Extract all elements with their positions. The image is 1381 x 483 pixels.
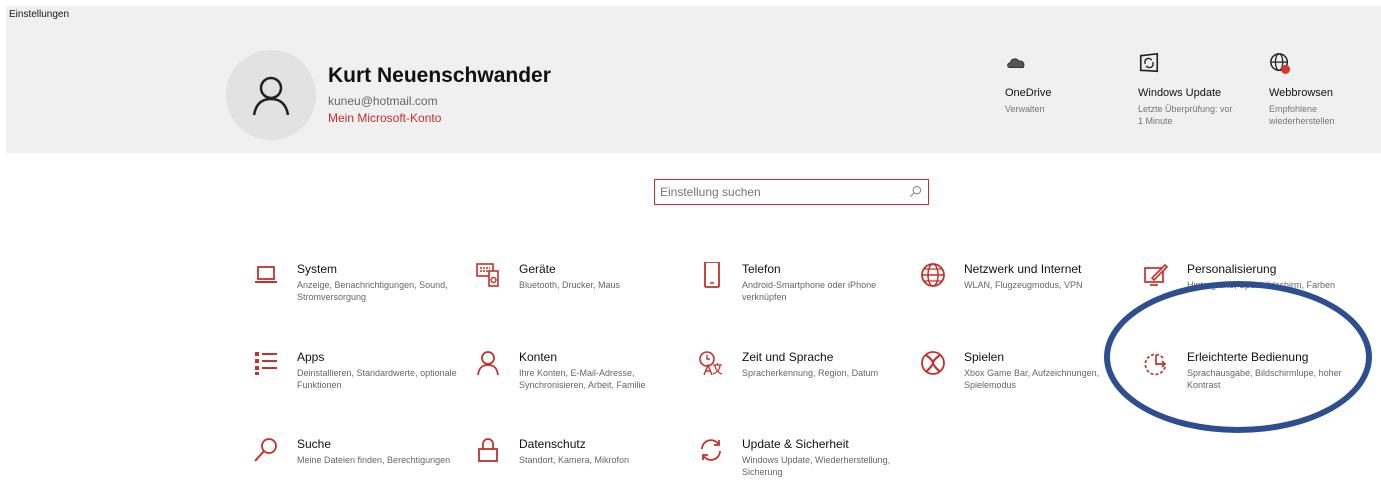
search-icon[interactable] xyxy=(909,185,922,198)
tile-title: Erleichterte Bedienung xyxy=(1187,350,1309,364)
window-title: Einstellungen xyxy=(9,9,70,20)
microsoft-account-link[interactable]: Mein Microsoft-Konto xyxy=(328,111,441,125)
tile-title: Konten xyxy=(519,350,558,364)
laptop-icon xyxy=(255,266,277,283)
quick-action-subtitle: Verwalten xyxy=(1005,104,1045,114)
tile-title: Netzwerk und Internet xyxy=(964,262,1082,276)
tile-description: Deinstallieren, Standardwerte, optionale… xyxy=(297,368,457,390)
person-icon xyxy=(477,351,499,376)
windows-update-icon xyxy=(1139,52,1159,73)
time-language-icon xyxy=(699,351,723,376)
account-email: kuneu@hotmail.com xyxy=(328,94,438,108)
phone-icon xyxy=(704,262,720,288)
tile-title: Update & Sicherheit xyxy=(742,437,849,451)
tile-title: Datenschutz xyxy=(519,437,586,451)
quick-action-title: OneDrive xyxy=(1005,87,1052,99)
quick-action-onedrive[interactable]: OneDrive Verwalten xyxy=(1005,52,1105,115)
tile-description: Ihre Konten, E-Mail-Adresse, Synchronisi… xyxy=(519,368,646,390)
search-input[interactable] xyxy=(658,184,902,200)
tile-title: Telefon xyxy=(742,262,781,276)
tile-description: Xbox Game Bar, Aufzeichnungen, Spielemod… xyxy=(964,368,1100,390)
quick-action-subtitle: Empfohlene wiederherstellen xyxy=(1269,104,1335,126)
devices-icon xyxy=(476,263,499,287)
person-icon xyxy=(252,76,290,116)
tile-title: Geräte xyxy=(519,262,556,276)
settings-search[interactable] xyxy=(654,179,929,205)
tile-title: Personalisierung xyxy=(1187,262,1277,276)
quick-action-title: Webbrowsen xyxy=(1269,87,1333,99)
globe-icon xyxy=(1270,53,1291,74)
tile-description: Bluetooth, Drucker, Maus xyxy=(519,280,621,290)
ease-of-access-icon xyxy=(1144,353,1167,376)
tile-description: Windows Update, Wiederherstellung, Siche… xyxy=(742,455,891,477)
apps-list-icon xyxy=(255,352,277,375)
tile-title: Spielen xyxy=(964,350,1005,364)
tile-description: Anzeige, Benachrichtigungen, Sound, Stro… xyxy=(297,280,448,302)
globe-icon xyxy=(921,263,945,287)
tile-title: Suche xyxy=(297,437,332,451)
account-name: Kurt Neuenschwander xyxy=(328,64,551,87)
tile-description: WLAN, Flugzeugmodus, VPN xyxy=(964,280,1083,290)
lock-icon xyxy=(478,438,498,462)
cloud-icon xyxy=(1007,58,1025,69)
tile-description: Sprachausgabe, Bildschirmlupe, hoher Kon… xyxy=(1187,368,1342,390)
quick-action-windows-update[interactable]: Windows Update Letzte Überprüfung: vor 1… xyxy=(1138,52,1238,127)
tile-description: Standort, Kamera, Mikrofon xyxy=(519,455,630,465)
quick-action-subtitle: Letzte Überprüfung: vor 1 Minute xyxy=(1138,104,1233,126)
tile-title: Zeit und Sprache xyxy=(742,350,834,364)
tile-title: Apps xyxy=(297,350,325,364)
quick-action-webbrowsen[interactable]: Webbrowsen Empfohlene wiederherstellen xyxy=(1269,52,1369,127)
tile-description: Hintergrund, Sperrbildschirm, Farben xyxy=(1187,280,1336,290)
tile-description: Spracherkennung, Region, Datum xyxy=(742,368,879,378)
quick-action-title: Windows Update xyxy=(1138,87,1222,99)
sync-icon xyxy=(701,439,721,461)
xbox-icon xyxy=(921,351,945,375)
avatar[interactable] xyxy=(226,50,316,140)
personalization-icon xyxy=(1144,263,1169,286)
tile-description: Meine Dateien finden, Berechtigungen xyxy=(297,455,451,465)
tile-description: Android-Smartphone oder iPhone verknüpfe… xyxy=(742,280,877,302)
tile-title: System xyxy=(297,262,338,276)
search-icon xyxy=(254,438,277,462)
